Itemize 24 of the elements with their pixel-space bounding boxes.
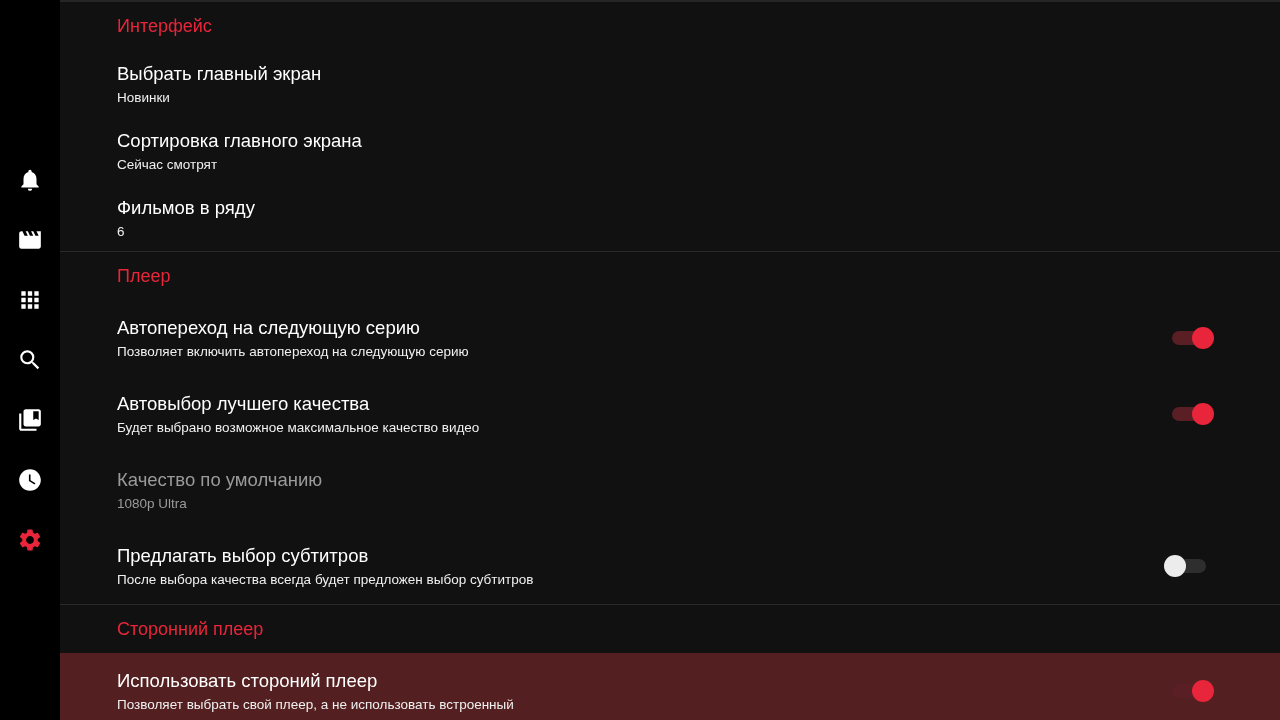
setting-title: Фильмов в ряду <box>117 196 256 219</box>
setting-title: Автопереход на следующую серию <box>117 317 421 339</box>
setting-title: Качество по умолчанию <box>117 469 324 491</box>
section-header: Интерфейс <box>116 14 213 38</box>
section-header: Плеер <box>116 264 172 288</box>
toggle-switch[interactable] <box>1172 403 1214 425</box>
setting-value: Будет выбрано возможное максимальное качество видео <box>117 420 481 435</box>
toggle-switch[interactable] <box>1172 680 1214 702</box>
setting-value: 6 <box>117 223 126 239</box>
setting-title: Выбрать главный экран <box>117 62 323 85</box>
setting-value: После выбора качества всегда будет предложен выбор субтитров <box>117 572 535 587</box>
setting-value: Позволяет выбрать свой плеер, а не использовать встроенный <box>117 697 515 712</box>
toggle-switch[interactable] <box>1172 327 1214 349</box>
setting-value: Новинки <box>117 89 171 105</box>
setting-title: Автовыбор лучшего качества <box>117 393 371 415</box>
setting-row-highlight[interactable]: Использовать стороний плеер Позволяет выбрать свой плеер, а не использовать встроенный <box>60 653 1280 720</box>
setting-title: Предлагать выбор субтитров <box>117 545 370 567</box>
setting-value: Сейчас смотрят <box>117 156 219 172</box>
setting-title: Использовать стороний плеер <box>117 670 379 692</box>
setting-title: Сортировка главного экрана <box>117 129 363 152</box>
toggle-switch[interactable] <box>1164 555 1206 577</box>
setting-value: Позволяет включить автопереход на следующую серию <box>117 344 470 359</box>
section-header: Сторонний плеер <box>116 617 265 641</box>
setting-value: 1080p Ultra <box>117 496 188 511</box>
